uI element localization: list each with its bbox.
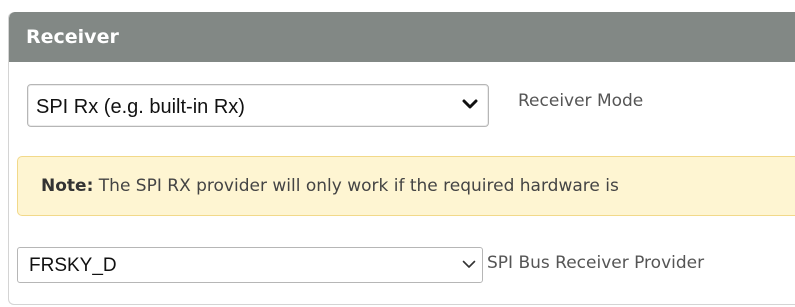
note-text: Note: The SPI RX provider will only work… — [41, 175, 619, 197]
receiver-mode-select[interactable]: SPI Rx (e.g. built-in Rx) — [27, 84, 489, 127]
spi-provider-select[interactable]: FRSKY_D — [17, 247, 483, 283]
receiver-mode-label: Receiver Mode — [518, 91, 644, 111]
note-body: The SPI RX provider will only work if th… — [93, 176, 619, 196]
panel-title: Receiver — [26, 26, 119, 48]
spi-provider-label: SPI Bus Receiver Provider — [487, 253, 705, 273]
note-prefix: Note: — [41, 176, 94, 196]
panel-header: Receiver — [9, 12, 795, 62]
chevron-down-icon — [462, 99, 478, 109]
note-box: Note: The SPI RX provider will only work… — [17, 156, 795, 216]
spi-provider-selected-value: FRSKY_D — [29, 255, 117, 276]
receiver-mode-selected-value: SPI Rx (e.g. built-in Rx) — [36, 96, 245, 118]
chevron-down-icon — [462, 260, 476, 268]
